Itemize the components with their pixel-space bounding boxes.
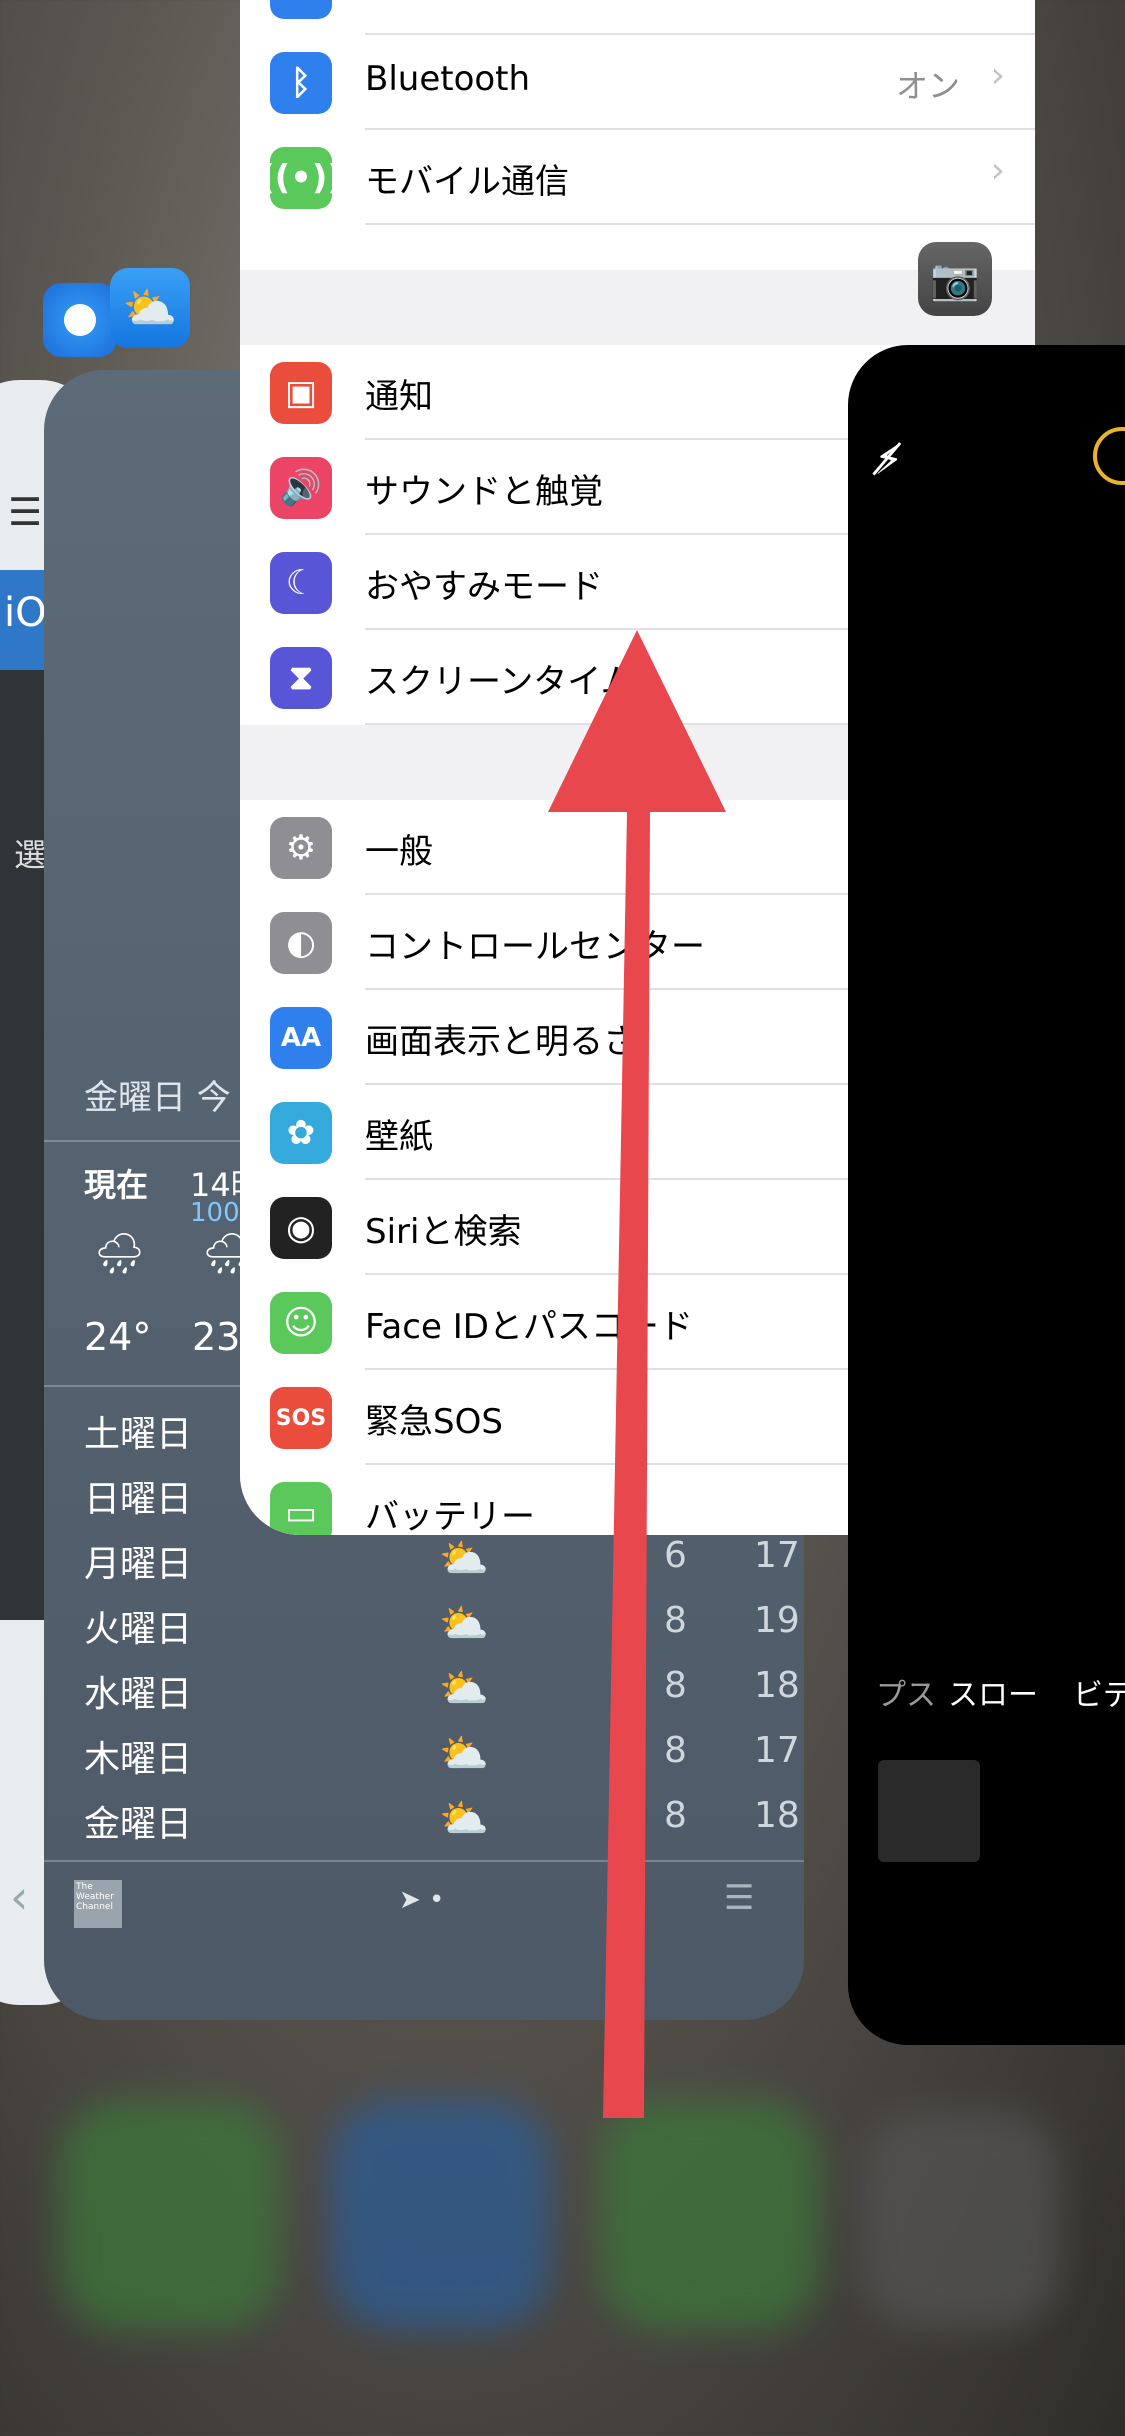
swipe-up-arrow	[548, 630, 726, 2118]
